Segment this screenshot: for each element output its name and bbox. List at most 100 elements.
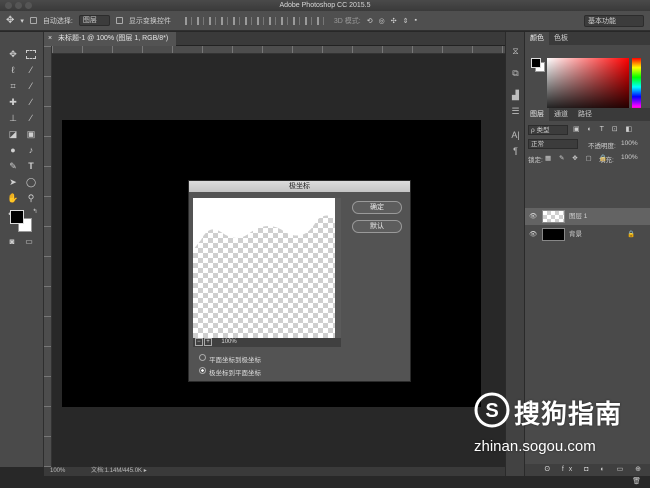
paragraph-icon[interactable]: ¶ bbox=[510, 146, 521, 157]
align-icon[interactable] bbox=[208, 16, 216, 25]
3d-rotate-icon[interactable]: ⟲ bbox=[367, 17, 373, 25]
tab-channels[interactable]: 通道 bbox=[549, 108, 573, 121]
stamp-icon[interactable]: ⊥ bbox=[6, 112, 20, 124]
hand-icon[interactable]: ✋ bbox=[6, 192, 20, 204]
distribute-icon[interactable] bbox=[316, 16, 324, 25]
3d-scale-icon[interactable]: ▪ bbox=[414, 17, 416, 24]
libraries-icon[interactable]: ▟ bbox=[510, 90, 521, 101]
marquee-icon[interactable] bbox=[26, 50, 36, 59]
sogou-logo-icon: S bbox=[474, 392, 510, 428]
close-window-icon[interactable] bbox=[5, 2, 12, 9]
adjustments-icon[interactable]: ☰ bbox=[510, 106, 521, 117]
align-icon[interactable] bbox=[244, 16, 252, 25]
magic-wand-icon[interactable]: ⁄ bbox=[24, 64, 38, 76]
quick-mask-icon[interactable]: ◙ bbox=[5, 236, 19, 248]
pen-icon[interactable]: ✎ bbox=[6, 160, 20, 172]
color-fg-swatch[interactable] bbox=[531, 58, 541, 68]
fill-label: 填充: bbox=[599, 157, 614, 164]
minimize-window-icon[interactable] bbox=[15, 2, 22, 9]
distribute-icon[interactable] bbox=[268, 16, 276, 25]
layer-row[interactable]: 👁 背景 🔒 bbox=[525, 226, 650, 243]
tab-paths[interactable]: 路径 bbox=[573, 108, 597, 121]
opacity-label: 不透明度: bbox=[588, 143, 616, 150]
rect-to-polar-radio[interactable] bbox=[199, 354, 206, 361]
status-doc-size: 文档:1.14M/445.0K bbox=[91, 468, 143, 474]
align-icon[interactable] bbox=[220, 16, 228, 25]
visibility-eye-icon[interactable]: 👁 bbox=[529, 226, 537, 243]
dodge-icon[interactable]: ♪ bbox=[24, 144, 38, 156]
gradient-icon[interactable]: ▣ bbox=[24, 128, 38, 140]
foreground-color-swatch[interactable] bbox=[10, 210, 24, 224]
tab-close-icon[interactable]: × bbox=[48, 32, 52, 46]
watermark-url: zhinan.sogou.com bbox=[474, 438, 596, 455]
lasso-icon[interactable]: ℓ bbox=[6, 64, 20, 76]
visibility-eye-icon[interactable]: 👁 bbox=[529, 208, 537, 225]
distribute-icon[interactable] bbox=[280, 16, 288, 25]
status-menu-icon[interactable]: ▸ bbox=[144, 468, 147, 474]
watermark: S 搜狗指南 zhinan.sogou.com bbox=[470, 390, 650, 476]
lock-label: 锁定: bbox=[528, 157, 543, 164]
history-icon[interactable]: ⧖ bbox=[510, 46, 521, 57]
show-transform-checkbox[interactable] bbox=[115, 17, 123, 24]
screen-mode-icon[interactable]: ▭ bbox=[22, 236, 36, 248]
type-icon[interactable]: T bbox=[24, 160, 38, 172]
move-icon[interactable]: ✥ bbox=[6, 48, 20, 60]
3d-drag-icon[interactable]: ✣ bbox=[391, 17, 397, 25]
workspace-dropdown[interactable]: 基本功能 bbox=[584, 15, 644, 27]
status-zoom[interactable]: 100% bbox=[50, 468, 65, 474]
preview-zoom-controls: − + 100% bbox=[193, 338, 341, 347]
layer-kind-filter[interactable]: ρ 类型 bbox=[528, 125, 568, 135]
layer-row[interactable]: 👁 图层 1 bbox=[525, 208, 650, 225]
shape-icon[interactable]: ◯ bbox=[24, 176, 38, 188]
auto-select-checkbox[interactable] bbox=[29, 17, 37, 24]
move-tool-icon[interactable]: ✥ bbox=[6, 15, 14, 26]
preview-scrollbar[interactable] bbox=[335, 198, 341, 338]
rect-to-polar-label: 平面坐标到极坐标 bbox=[209, 357, 261, 364]
tab-layers[interactable]: 图层 bbox=[525, 108, 549, 121]
auto-select-dropdown[interactable]: 图层 bbox=[78, 15, 110, 26]
align-icon[interactable] bbox=[196, 16, 204, 25]
ok-button[interactable]: 确定 bbox=[352, 201, 402, 214]
tab-color[interactable]: 颜色 bbox=[525, 32, 549, 45]
character-icon[interactable]: A| bbox=[510, 130, 521, 141]
fill-value[interactable]: 100% bbox=[621, 154, 638, 161]
path-select-icon[interactable]: ➤ bbox=[6, 176, 20, 188]
tool-preset-dropdown-icon[interactable]: ▾ bbox=[20, 17, 24, 25]
crop-icon[interactable]: ⌗ bbox=[6, 80, 20, 92]
default-button[interactable]: 默认 bbox=[352, 220, 402, 233]
tools-panel: ✥ ℓ ⁄ ⌗ ⁄ ✚ ∕ ⊥ ∕ ◪ ▣ ● ♪ ✎ T ➤ ◯ ✋ ⚲ ••… bbox=[0, 32, 44, 467]
swap-colors-icon[interactable]: ↰ bbox=[28, 206, 42, 218]
distribute-icon[interactable] bbox=[292, 16, 300, 25]
preview-zoom-value: 100% bbox=[221, 339, 237, 345]
filter-preview[interactable] bbox=[193, 198, 341, 346]
zoom-in-icon[interactable]: + bbox=[204, 338, 212, 346]
layers-panel-tabs: 图层 通道 路径 bbox=[525, 108, 650, 121]
distribute-icon[interactable] bbox=[304, 16, 312, 25]
opacity-value[interactable]: 100% bbox=[621, 140, 638, 147]
eraser-icon[interactable]: ◪ bbox=[6, 128, 20, 140]
eyedropper-icon[interactable]: ⁄ bbox=[24, 80, 38, 92]
healing-icon[interactable]: ✚ bbox=[6, 96, 20, 108]
history-brush-icon[interactable]: ∕ bbox=[24, 112, 38, 124]
align-icon[interactable] bbox=[232, 16, 240, 25]
align-icon[interactable] bbox=[184, 16, 192, 25]
properties-icon[interactable]: ⧉ bbox=[510, 68, 521, 79]
polar-to-rect-radio[interactable] bbox=[199, 367, 206, 374]
preview-shape bbox=[193, 198, 341, 250]
options-bar: ✥ ▾ 自动选择: 图层 显示变换控件 3D 模式: ⟲ ◎ ✣ ⇕ ▪ bbox=[0, 11, 650, 31]
blend-mode-dropdown[interactable]: 正常 bbox=[528, 139, 578, 149]
watermark-brand: 搜狗指南 bbox=[514, 399, 623, 429]
blur-icon[interactable]: ● bbox=[6, 144, 20, 156]
distribute-icon[interactable] bbox=[256, 16, 264, 25]
3d-slide-icon[interactable]: ⇕ bbox=[403, 17, 409, 25]
zoom-out-icon[interactable]: − bbox=[195, 338, 203, 346]
document-tab[interactable]: × 未标题-1 @ 100% (图层 1, RGB/8*) bbox=[44, 32, 177, 46]
zoom-icon[interactable]: ⚲ bbox=[24, 192, 38, 204]
layer-lock-icon: 🔒 bbox=[627, 231, 636, 238]
zoom-window-icon[interactable] bbox=[25, 2, 32, 9]
3d-roll-icon[interactable]: ◎ bbox=[379, 17, 385, 25]
layer-filter-icons[interactable]: ▣ ◐ T ⊡ ◧ bbox=[573, 125, 635, 133]
tab-swatches[interactable]: 色板 bbox=[549, 32, 573, 45]
brush-icon[interactable]: ∕ bbox=[24, 96, 38, 108]
layer-name: 背景 bbox=[569, 231, 582, 238]
